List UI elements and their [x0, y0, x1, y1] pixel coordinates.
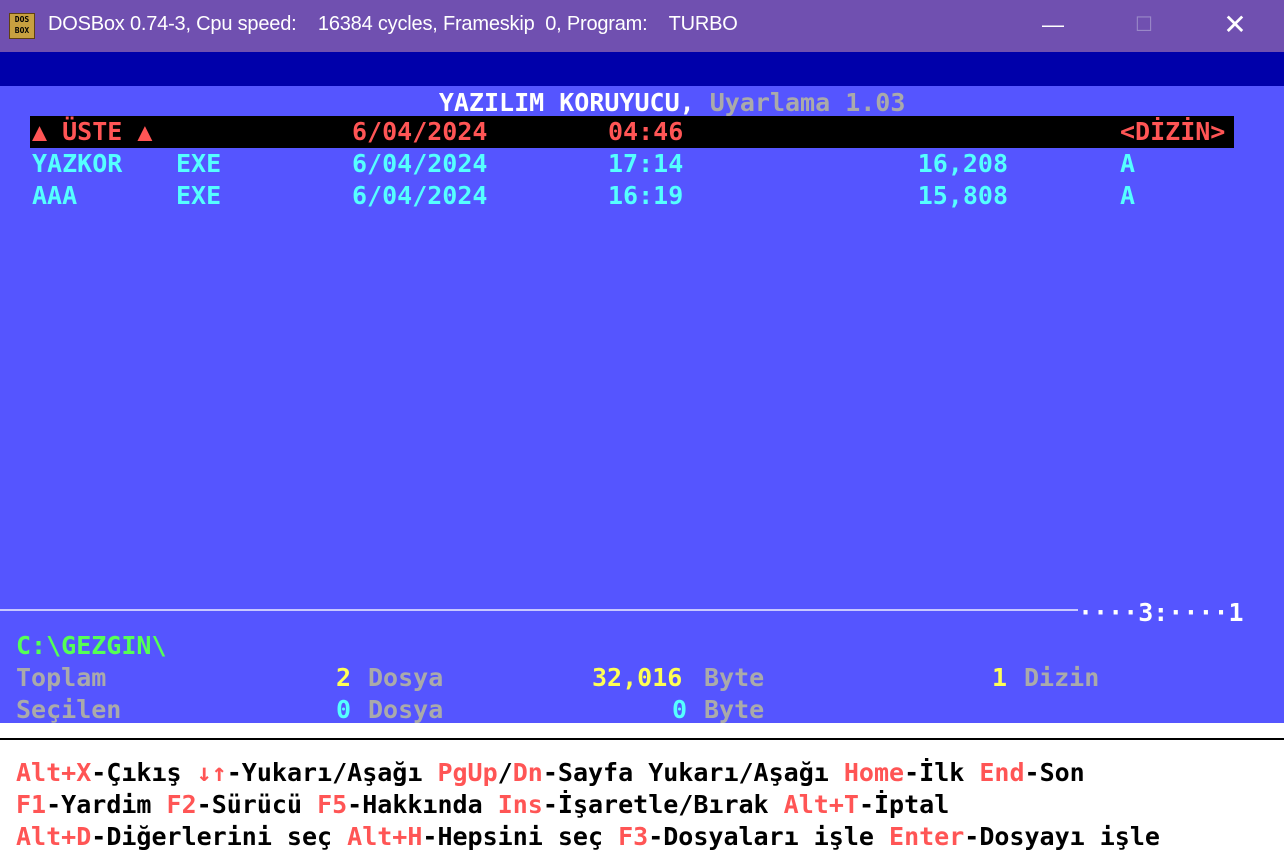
hotkey: Alt+H [347, 822, 423, 851]
file-size[interactable]: 15,808 [918, 180, 1008, 212]
hotkey-description: -Son [1024, 758, 1085, 787]
hotkey-description: -Hepsini seç [422, 822, 619, 851]
hotkey: F5 [317, 790, 348, 819]
footer-divider [0, 738, 1284, 740]
program-header: YAZILIM KORUYUCU, Uyarlama 1.03 [0, 52, 1284, 117]
hotkey-description: -Sürücü [196, 790, 318, 819]
total-files-count: 2 [336, 663, 352, 692]
hotkey-description: -Sayfa Yukarı/Aşağı [542, 758, 844, 787]
file-time[interactable]: 16:19 [608, 180, 683, 212]
hotkey-description: / [497, 758, 513, 787]
hotkey: Alt+T [783, 790, 859, 819]
maximize-button[interactable]: ☐ [1114, 0, 1174, 52]
selected-bytes-count: 0 [672, 695, 688, 724]
hotkey-description: -Dosyayı işle [964, 822, 1160, 851]
program-version: Uyarlama 1.03 [694, 88, 906, 117]
file-name[interactable]: AAA [32, 180, 77, 212]
file-size[interactable]: 16,208 [918, 148, 1008, 180]
total-bytes-count: 32,016 [592, 663, 683, 692]
file-ext[interactable]: EXE [176, 180, 221, 212]
file-ext[interactable]: EXE [176, 148, 221, 180]
selected-files-count: 0 [336, 695, 352, 724]
panel-separator [0, 609, 1078, 611]
file-attr-selected[interactable]: <DİZİN> [1120, 116, 1225, 148]
selected-bytes-label: Byte [704, 695, 765, 724]
current-path: C:\GEZGIN\ [16, 631, 167, 660]
file-date-selected[interactable]: 6/04/2024 [352, 116, 487, 148]
hotkey-description: -Yardim [46, 790, 167, 819]
dir-count: 1 [992, 663, 1008, 692]
hotkey-description: -Yukarı/Aşağı [226, 758, 438, 787]
hotkey: Alt+X [16, 758, 92, 787]
total-label: Toplam [16, 663, 107, 692]
hotkey-description: -Hakkında [347, 790, 498, 819]
file-name[interactable]: YAZKOR [32, 148, 122, 180]
selected-files-label: Dosya [368, 695, 444, 724]
file-time[interactable]: 17:14 [608, 148, 683, 180]
key-help-footer: Alt+X-Çıkış ↓↑-Yukarı/Aşağı PgUp/Dn-Sayf… [0, 723, 1284, 854]
hotkey-description: -Çıkış [91, 758, 197, 787]
file-date[interactable]: 6/04/2024 [352, 180, 487, 212]
key-help-line-2: F1-Yardim F2-Sürücü F5-Hakkında Ins-İşar… [16, 789, 949, 821]
selected-label: Seçilen [16, 695, 122, 724]
hotkey: Alt+D [16, 822, 92, 851]
hotkey: End [979, 758, 1025, 787]
file-name-selected[interactable]: ▲ ÜSTE ▲ [32, 116, 152, 148]
window-titlebar[interactable]: DOS BOX DOSBox 0.74-3, Cpu speed: 16384 c… [0, 0, 1284, 52]
hotkey-description: -İptal [858, 790, 950, 819]
hotkey: PgUp [437, 758, 498, 787]
total-files-label: Dosya [368, 663, 444, 692]
hotkey-description: -İşaretle/Bırak [542, 790, 784, 819]
hotkey: F1 [16, 790, 47, 819]
file-time-selected[interactable]: 04:46 [608, 116, 683, 148]
dir-label: Dizin [1024, 663, 1100, 692]
hotkey: F2 [166, 790, 197, 819]
total-bytes-label: Byte [704, 663, 765, 692]
hotkey-description: -Diğerlerini seç [91, 822, 348, 851]
key-help-line-1: Alt+X-Çıkış ↓↑-Yukarı/Aşağı PgUp/Dn-Sayf… [16, 757, 1085, 789]
close-button[interactable]: ✕ [1205, 0, 1265, 52]
file-date[interactable]: 6/04/2024 [352, 148, 487, 180]
dos-screen: YAZILIM KORUYUCU, Uyarlama 1.03 ▲ ÜSTE ▲… [0, 52, 1284, 854]
hotkey: Enter [889, 822, 965, 851]
position-indicator: ····3:····1 [1078, 598, 1244, 627]
hotkey-description: -İlk [904, 758, 980, 787]
hotkey: Dn [512, 758, 543, 787]
window-title: DOSBox 0.74-3, Cpu speed: 16384 cycles, … [48, 13, 738, 35]
dosbox-app-icon[interactable]: DOS BOX [9, 13, 35, 39]
program-title: YAZILIM KORUYUCU, [438, 88, 695, 117]
key-help-line-3: Alt+D-Diğerlerini seç Alt+H-Hepsini seç … [16, 821, 1160, 853]
minimize-button[interactable]: — [1023, 0, 1083, 52]
file-attr[interactable]: A [1120, 180, 1135, 212]
hotkey: F3 [618, 822, 649, 851]
hotkey: Home [843, 758, 905, 787]
file-attr[interactable]: A [1120, 148, 1135, 180]
hotkey-description: -Dosyaları işle [648, 822, 890, 851]
hotkey: Ins [497, 790, 543, 819]
hotkey: ↓↑ [196, 758, 227, 787]
